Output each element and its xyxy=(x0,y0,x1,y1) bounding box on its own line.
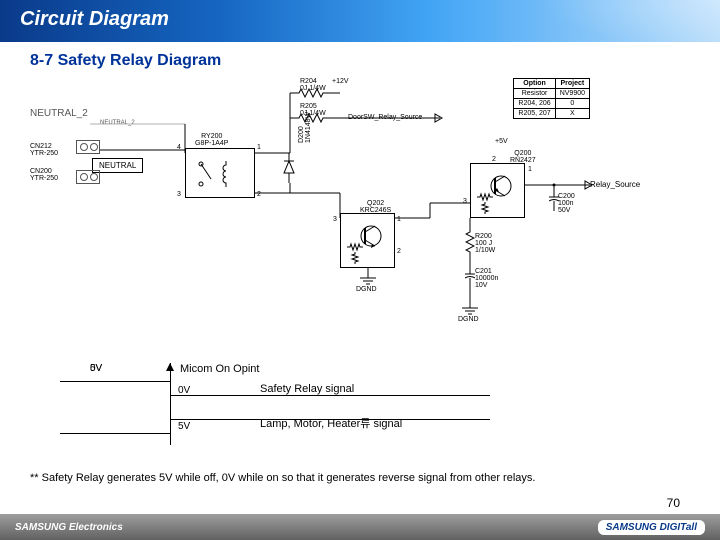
r2-edge xyxy=(170,419,171,433)
r1-label: Safety Relay signal xyxy=(260,383,354,395)
r2-label: Lamp, Motor, Heater류 signal xyxy=(260,415,402,431)
footer-bar: SAMSUNG Electronics SAMSUNG DIGITall xyxy=(0,514,720,540)
content-area: 8-7 Safety Relay Diagram OptionProject R… xyxy=(0,42,720,468)
footnote: ** Safety Relay generates 5V while off, … xyxy=(0,468,720,488)
r1-edge xyxy=(170,381,171,395)
section-title: 8-7 Safety Relay Diagram xyxy=(30,52,690,70)
arrow-up-icon xyxy=(166,363,174,371)
circuit-diagram: OptionProject ResistorNV9900 R204, 2060 … xyxy=(30,78,690,358)
footer-company: SAMSUNG Electronics xyxy=(15,522,123,533)
r2-0v: 0V xyxy=(90,363,102,374)
header-bar: Circuit Diagram xyxy=(0,0,720,42)
footer-logo: SAMSUNG DIGITall xyxy=(598,520,705,535)
timing-diagram: Micom On Opint 5V 0V Safety Relay signal… xyxy=(30,363,690,458)
r1-low xyxy=(170,395,490,396)
label-micom: Micom On Opint xyxy=(180,363,259,375)
header-swirl-decor xyxy=(320,0,720,42)
r1-high xyxy=(60,381,170,382)
r2-low xyxy=(60,433,170,434)
page-number: 70 xyxy=(667,496,680,510)
r2-5v: 5V xyxy=(178,421,190,432)
wires xyxy=(30,78,690,338)
